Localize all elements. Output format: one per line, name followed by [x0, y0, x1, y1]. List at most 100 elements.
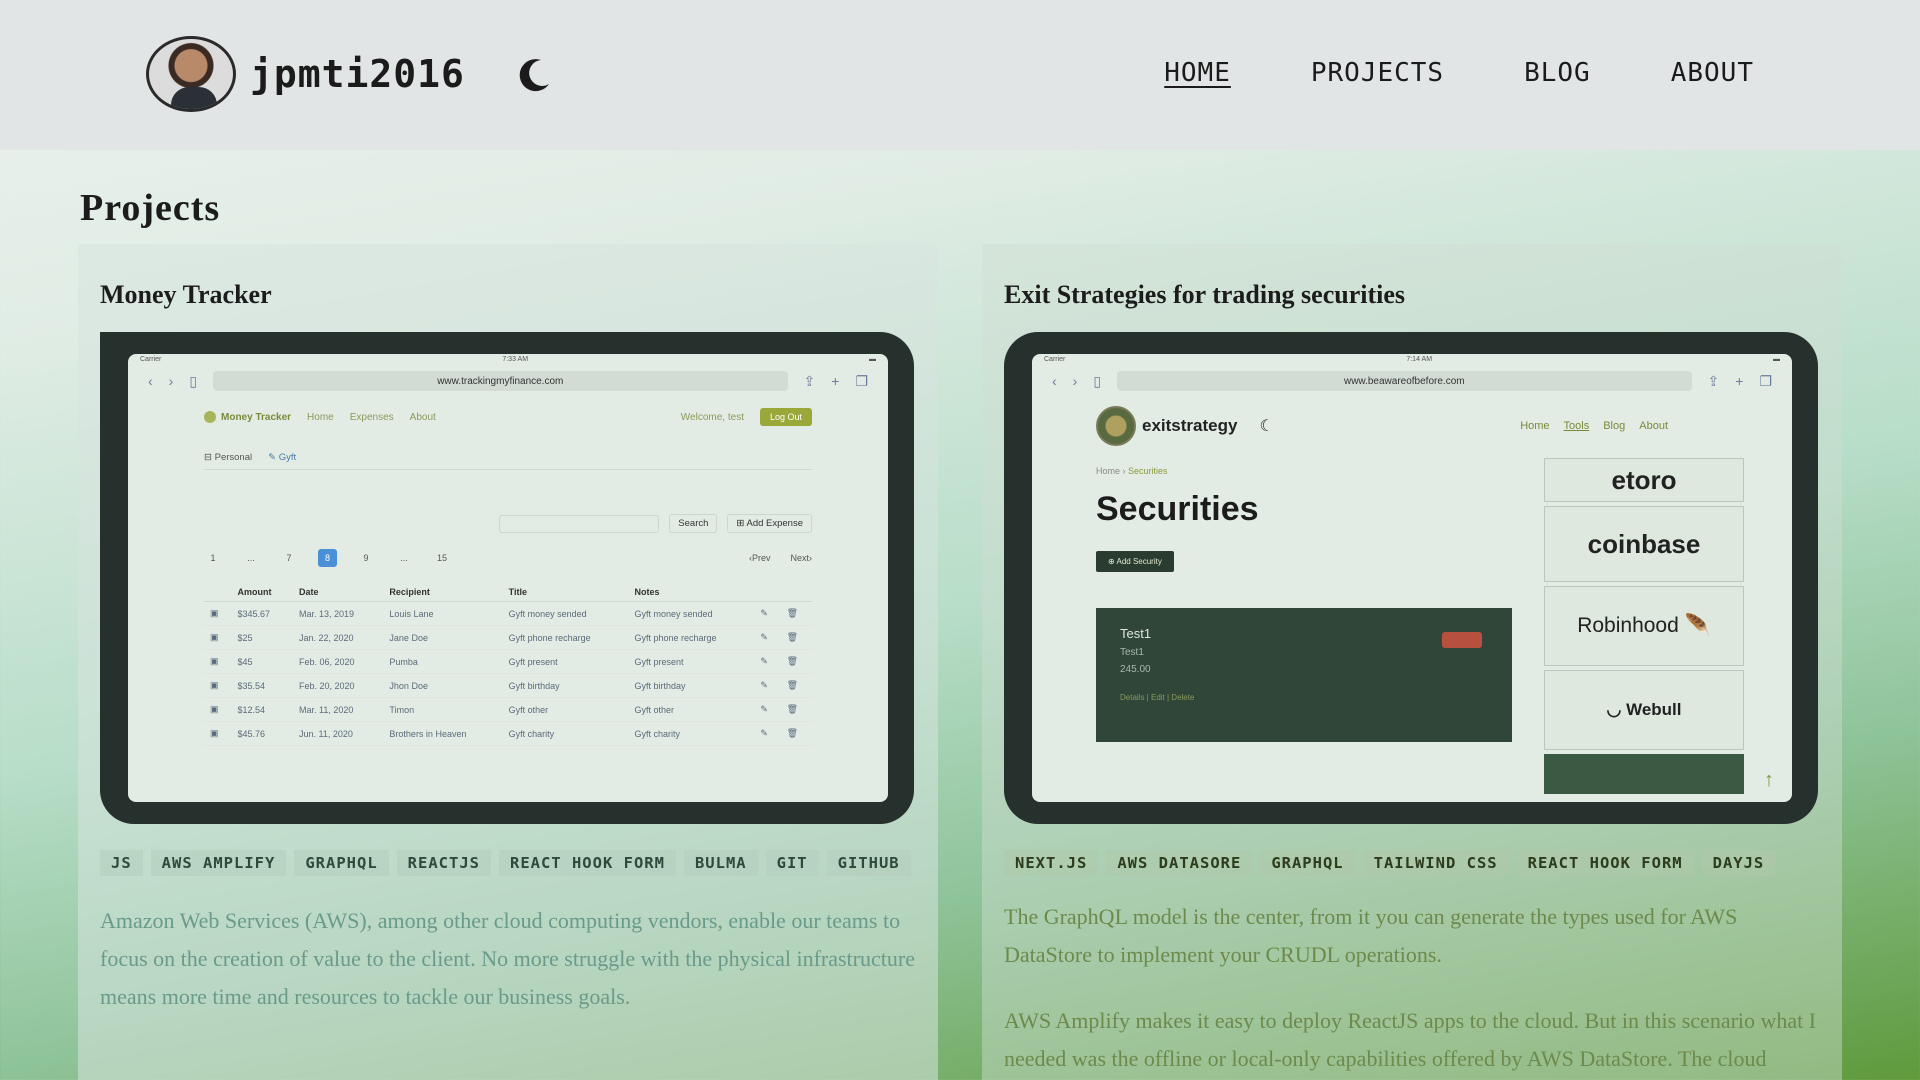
- page-link: 9: [363, 553, 369, 563]
- col-notes: Notes: [628, 583, 755, 602]
- security-card: Test1 Test1 245.00 Details | Edit | Dele…: [1096, 608, 1512, 742]
- search-row: Search ⊞ Add Expense: [204, 514, 812, 533]
- tablet-screen: Carrier 7:14 AM ▬ ‹ › ▯ www.beawareofbef…: [1032, 354, 1792, 802]
- category-icon: ▣: [204, 649, 232, 674]
- tag[interactable]: TAILWIND CSS: [1362, 850, 1509, 876]
- edit-icon: ✎: [754, 673, 781, 698]
- app-nav-tools: Tools: [1563, 420, 1590, 432]
- delete-icon: 🗑: [780, 601, 812, 626]
- moon-icon[interactable]: [515, 54, 555, 94]
- url-bar: www.beawareofbefore.com: [1117, 371, 1692, 391]
- broker-etoro: etoro: [1544, 458, 1744, 502]
- page-current: 8: [318, 549, 338, 567]
- tag[interactable]: JS: [100, 850, 143, 876]
- tag[interactable]: AWS DATASORE: [1106, 850, 1253, 876]
- delete-icon: 🗑: [780, 697, 812, 722]
- forward-icon: ›: [168, 373, 174, 389]
- bookmarks-icon: ▯: [1093, 372, 1102, 389]
- delete-icon: 🗑: [780, 625, 812, 650]
- battery-icon: ▬: [1772, 356, 1780, 363]
- category-icon: ▣: [204, 697, 232, 722]
- project-title[interactable]: Exit Strategies for trading securities: [1004, 280, 1820, 310]
- url-bar: www.trackingmyfinance.com: [213, 371, 788, 391]
- carrier-text: Carrier: [1044, 356, 1066, 363]
- time-text: 7:33 AM: [502, 356, 529, 363]
- search-input: [499, 514, 660, 533]
- tag[interactable]: REACTJS: [396, 850, 491, 876]
- forward-icon: ›: [1072, 373, 1078, 389]
- next-button: Next›: [790, 553, 812, 563]
- page-ellipsis: ...: [400, 553, 408, 563]
- nav-blog[interactable]: BLOG: [1524, 58, 1591, 88]
- browser-toolbar: ‹ › ▯ www.trackingmyfinance.com ⇪ + ❐: [128, 366, 888, 396]
- broker-webull: ◡ Webull: [1544, 670, 1744, 750]
- delete-icon: 🗑: [780, 673, 812, 698]
- moon-icon: ☾: [1259, 418, 1274, 435]
- tag[interactable]: AWS AMPLIFY: [150, 850, 287, 876]
- col-date: Date: [293, 583, 384, 602]
- project-screenshot[interactable]: Carrier 7:14 AM ▬ ‹ › ▯ www.beawareofbef…: [1004, 332, 1818, 824]
- tag[interactable]: GITHUB: [826, 850, 911, 876]
- table-row: ▣ $35.54 Feb. 20, 2020 Jhon Doe Gyft birthd…: [204, 673, 812, 698]
- tab-personal: ⊟ Personal: [204, 452, 253, 463]
- feather-icon: 🪶: [1684, 614, 1711, 637]
- app-nav-home: Home: [307, 411, 334, 423]
- security-amount: 245.00: [1120, 664, 1151, 675]
- tag[interactable]: REACT HOOK FORM: [498, 850, 676, 876]
- category-icon: ▣: [204, 721, 232, 746]
- project-description: The GraphQL model is the center, from it…: [1004, 904, 1738, 967]
- nav-home[interactable]: HOME: [1164, 58, 1231, 88]
- project-title[interactable]: Money Tracker: [100, 280, 916, 310]
- tag[interactable]: GIT: [765, 850, 819, 876]
- app-logo: Money Tracker: [204, 411, 291, 423]
- app-name: exitstrategy: [1142, 416, 1238, 435]
- tag[interactable]: BULMA: [683, 850, 758, 876]
- tech-tags: JS AWS AMPLIFY GRAPHQL REACTJS REACT HOO…: [100, 850, 916, 876]
- edit-icon: ✎: [754, 625, 781, 650]
- new-tab-icon: +: [1735, 373, 1744, 389]
- edit-icon: ✎: [754, 697, 781, 722]
- broker-robinhood: Robinhood 🪶: [1544, 586, 1744, 666]
- tag[interactable]: GRAPHQL: [294, 850, 389, 876]
- back-icon: ‹: [148, 373, 153, 389]
- carrier-text: Carrier: [140, 356, 162, 363]
- project-card-money-tracker: Money Tracker Carrier 7:33 AM ▬ ‹ › ▯ ww…: [78, 244, 938, 1080]
- category-icon: ▣: [204, 601, 232, 626]
- nav-about[interactable]: ABOUT: [1671, 58, 1754, 88]
- table-row: ▣ $45.76 Jun. 11, 2020 Brothers in Heaven G…: [204, 721, 812, 746]
- add-expense-button: ⊞ Add Expense: [727, 514, 812, 533]
- time-text: 7:14 AM: [1406, 356, 1433, 363]
- app-nav-blog: Blog: [1603, 420, 1626, 432]
- col-title: Title: [502, 583, 629, 602]
- delete-icon: 🗑: [780, 649, 812, 674]
- app-nav-home: Home: [1520, 420, 1550, 432]
- category-icon: ▣: [204, 673, 232, 698]
- search-button: Search: [669, 514, 718, 533]
- tag[interactable]: NEXT.JS: [1004, 850, 1099, 876]
- back-icon: ‹: [1052, 373, 1057, 389]
- col-recipient: Recipient: [383, 583, 503, 602]
- security-title: Test1: [1120, 626, 1152, 641]
- tag[interactable]: GRAPHQL: [1260, 850, 1355, 876]
- edit-icon: ✎: [754, 601, 781, 626]
- edit-icon: ✎: [754, 721, 781, 746]
- status-bar: Carrier 7:33 AM ▬: [128, 354, 888, 366]
- prev-button: ‹Prev: [748, 553, 771, 563]
- brand-name[interactable]: jpmti2016: [250, 52, 465, 96]
- app-nav-expenses: Expenses: [349, 411, 394, 423]
- share-icon: ⇪: [1707, 372, 1720, 389]
- project-screenshot[interactable]: Carrier 7:33 AM ▬ ‹ › ▯ www.trackingmyfi…: [100, 332, 914, 824]
- tag[interactable]: DAYJS: [1701, 850, 1776, 876]
- page-title: Projects: [80, 187, 221, 229]
- brand[interactable]: jpmti2016: [146, 36, 555, 112]
- page-ellipsis: ...: [247, 553, 255, 563]
- nav-projects[interactable]: PROJECTS: [1311, 58, 1444, 88]
- tabs-icon: ❐: [855, 372, 868, 389]
- tag[interactable]: REACT HOOK FORM: [1516, 850, 1694, 876]
- tech-tags: NEXT.JS AWS DATASORE GRAPHQL TAILWIND CS…: [1004, 850, 1820, 876]
- logout-button: Log Out: [759, 408, 812, 426]
- pagination: 1 ... 7 8 9 ... 15 ‹Prev Next›: [204, 549, 812, 567]
- bookmarks-icon: ▯: [189, 372, 198, 389]
- page-link: 7: [286, 553, 292, 563]
- security-subtitle: Test1: [1120, 647, 1144, 658]
